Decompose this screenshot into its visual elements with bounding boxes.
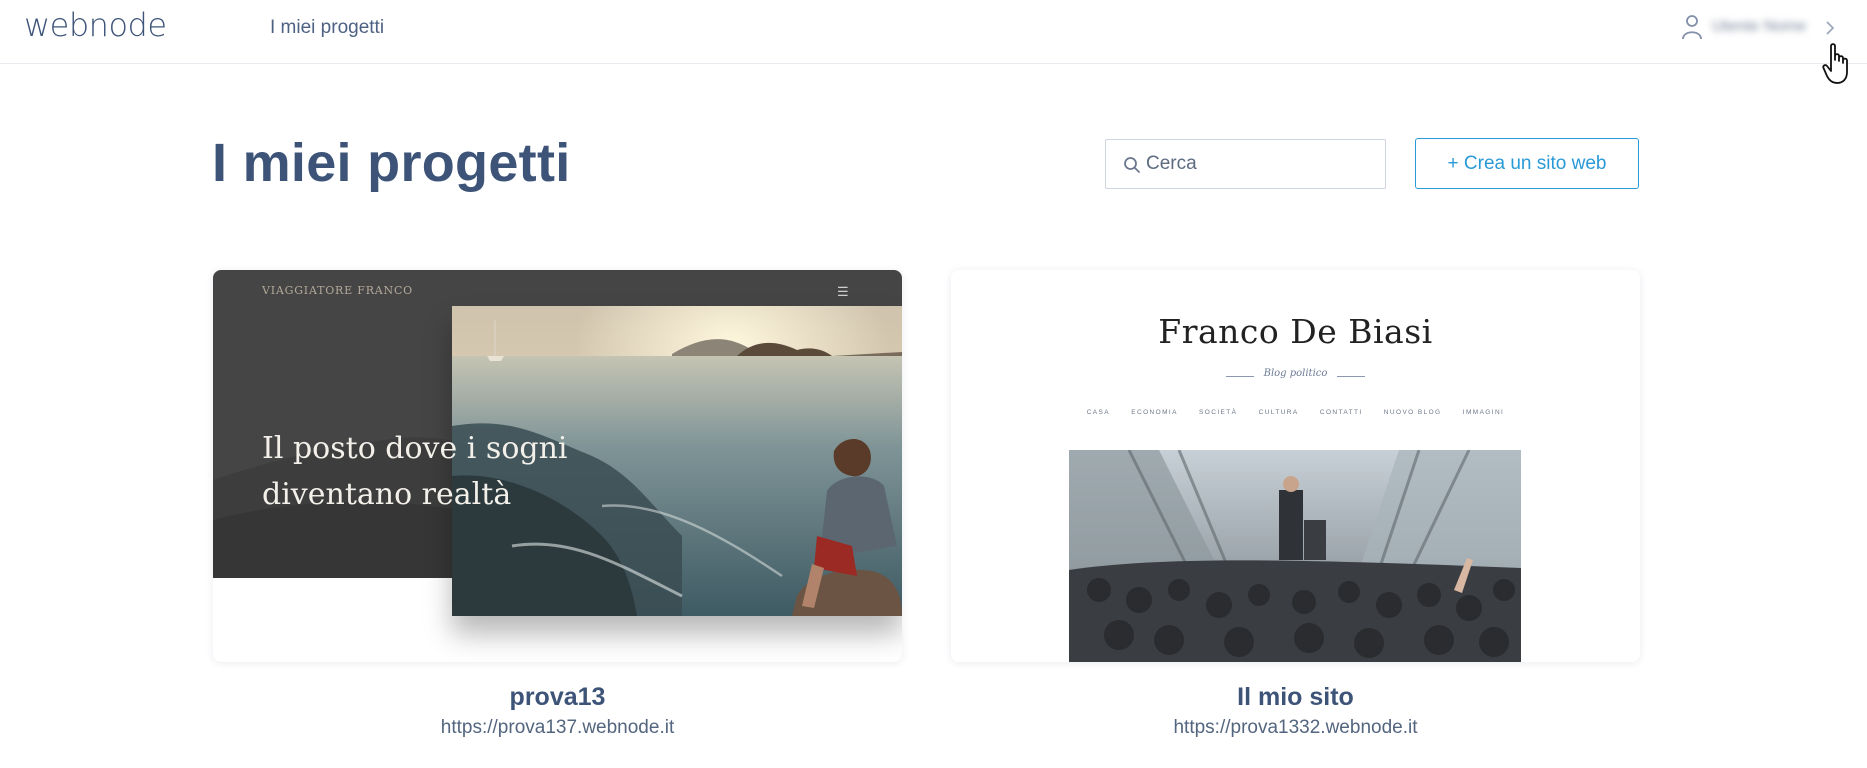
project-card-il-mio-sito[interactable]: Franco De Biasi Blog politico CASA ECONO… xyxy=(951,270,1640,662)
user-account-menu[interactable]: Utente Nome xyxy=(1680,13,1840,43)
preview-headline-line1: Il posto dove i sogni xyxy=(262,431,568,466)
preview-nav-item: ECONOMIA xyxy=(1131,409,1178,416)
preview-nav-item: CULTURA xyxy=(1258,409,1299,416)
preview-subtitle: Blog politico xyxy=(1263,368,1328,379)
preview-nav-item: CASA xyxy=(1086,409,1111,416)
preview-nav-item: IMMAGINI xyxy=(1462,409,1505,416)
user-name: Utente Nome xyxy=(1712,18,1807,35)
search-box[interactable] xyxy=(1105,139,1386,189)
preview-conference-photo xyxy=(1069,450,1521,662)
search-input[interactable] xyxy=(1146,140,1376,188)
webnode-logo[interactable]: webnode xyxy=(24,6,167,44)
project-name[interactable]: prova13 xyxy=(213,683,902,712)
preview-site-title: Franco De Biasi xyxy=(1158,312,1433,351)
preview-nav-item: CONTATTI xyxy=(1319,409,1363,416)
preview-nav-item: NUOVO BLOG xyxy=(1383,409,1442,416)
search-icon xyxy=(1124,157,1140,173)
preview-nav-menu: CASA ECONOMIA SOCIETÀ CULTURA CONTATTI N… xyxy=(951,409,1640,416)
page-title: I miei progetti xyxy=(212,133,571,193)
preview-brand-name: VIAGGIATORE FRANCO xyxy=(262,284,413,297)
project-card-prova13[interactable]: VIAGGIATORE FRANCO ☰ Il posto dove i sog… xyxy=(213,270,902,662)
preview-subtitle-row: Blog politico xyxy=(951,368,1640,384)
chevron-right-icon xyxy=(1826,21,1835,35)
project-name[interactable]: Il mio sito xyxy=(951,683,1640,712)
preview-headline: Il posto dove i sogni diventano realtà xyxy=(262,426,682,518)
hamburger-menu-icon: ☰ xyxy=(837,284,849,299)
hand-pointer-cursor-icon xyxy=(1822,43,1848,84)
preview-nav-item: SOCIETÀ xyxy=(1199,409,1238,416)
nav-link-my-projects[interactable]: I miei progetti xyxy=(270,17,384,39)
user-icon xyxy=(1682,15,1702,40)
project-url[interactable]: https://prova1332.webnode.it xyxy=(951,717,1640,739)
top-navigation-bar: webnode I miei progetti Utente Nome xyxy=(0,0,1867,84)
create-website-button[interactable]: + Crea un sito web xyxy=(1415,138,1639,189)
preview-headline-line2: diventano realtà xyxy=(262,477,512,512)
project-url[interactable]: https://prova137.webnode.it xyxy=(213,717,902,739)
